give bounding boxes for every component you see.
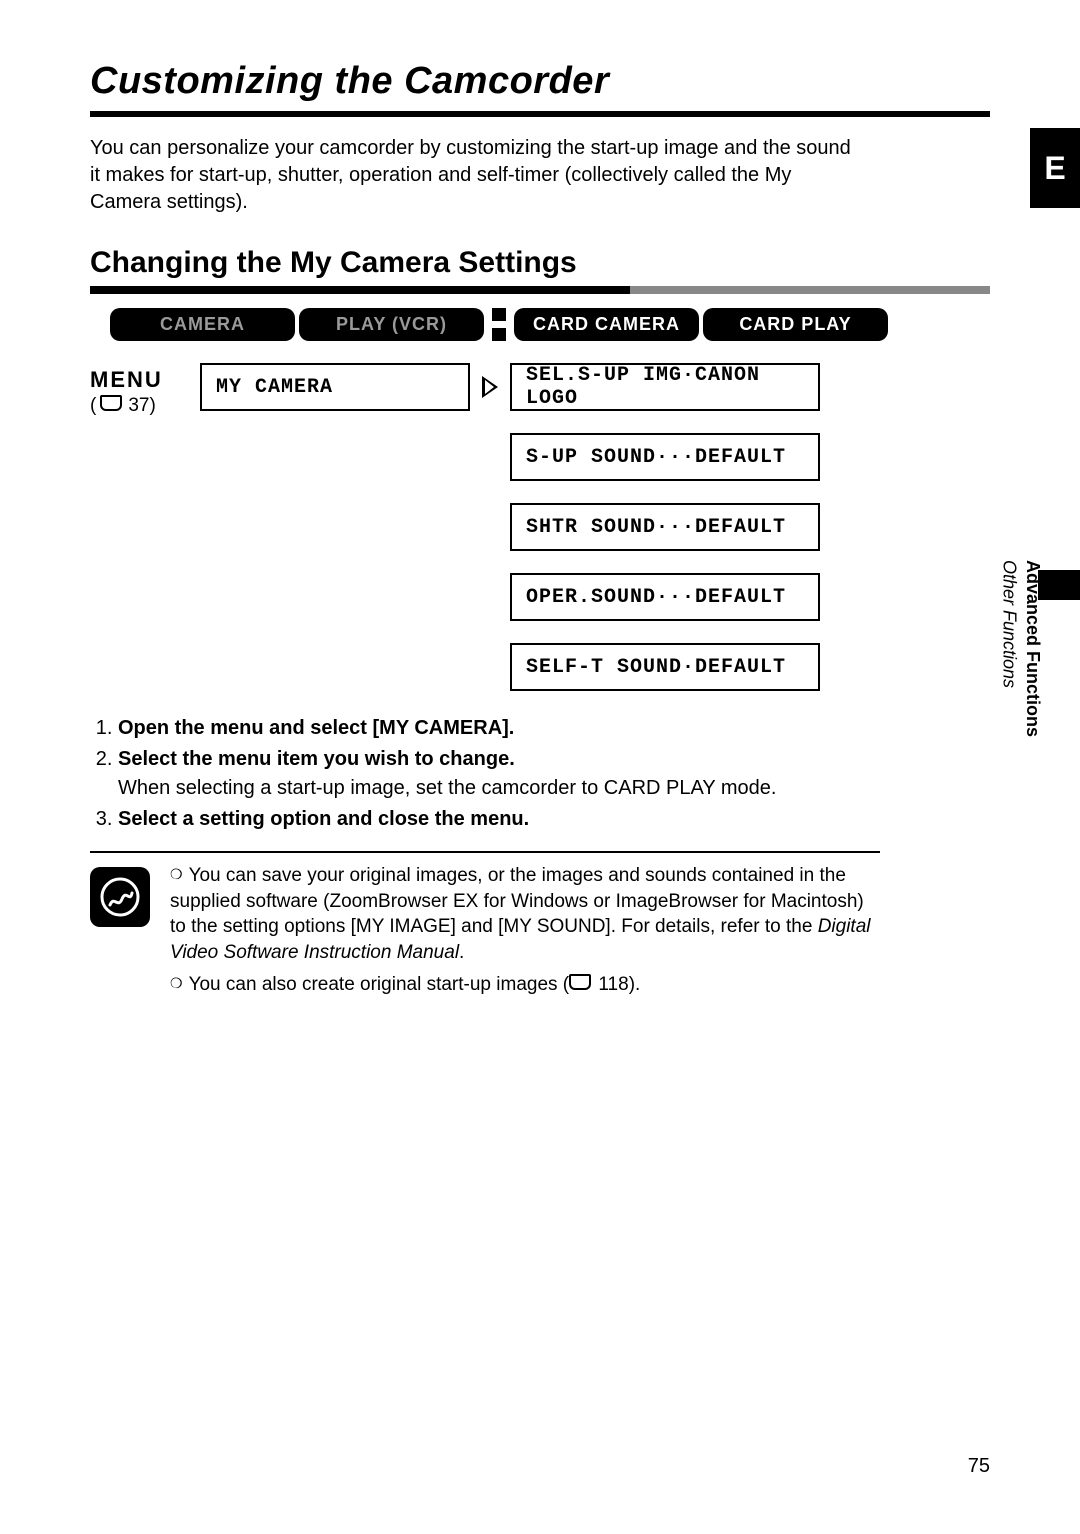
menu-label-text: MENU bbox=[90, 367, 200, 393]
mode-tab-card-camera: CARD CAMERA bbox=[514, 308, 699, 341]
menu-box-sel-sup-img: SEL.S-UP IMG·CANON LOGO bbox=[510, 363, 820, 411]
step-2: Select the menu item you wish to change.… bbox=[118, 746, 860, 802]
mode-separator bbox=[492, 308, 506, 341]
mode-tab-camera: CAMERA bbox=[110, 308, 295, 341]
step-3: Select a setting option and close the me… bbox=[118, 806, 860, 833]
menu-box-sup-sound: S-UP SOUND···DEFAULT bbox=[510, 433, 820, 481]
step-1: Open the menu and select [MY CAMERA]. bbox=[118, 715, 860, 742]
menu-box-oper-sound: OPER.SOUND···DEFAULT bbox=[510, 573, 820, 621]
mode-row: CAMERA PLAY (VCR) CARD CAMERA CARD PLAY bbox=[110, 308, 990, 341]
info-rule bbox=[90, 851, 880, 853]
menu-box-my-camera: MY CAMERA bbox=[200, 363, 470, 411]
step-1-text: Open the menu and select [MY CAMERA]. bbox=[118, 717, 514, 739]
book-icon-inline bbox=[569, 974, 593, 995]
info-block: You can save your original images, or th… bbox=[90, 863, 880, 1003]
info-p2: You can also create original start-up im… bbox=[170, 972, 880, 998]
menu-box-selft-sound: SELF-T SOUND·DEFAULT bbox=[510, 643, 820, 691]
page-number: 75 bbox=[968, 1455, 990, 1478]
book-icon bbox=[100, 395, 124, 417]
step-2-sub: When selecting a start-up image, set the… bbox=[118, 775, 860, 802]
mode-tab-play-vcr: PLAY (VCR) bbox=[299, 308, 484, 341]
step-2-text: Select the menu item you wish to change. bbox=[118, 748, 515, 770]
section-title: Changing the My Camera Settings bbox=[90, 246, 990, 280]
arrow-icon bbox=[470, 363, 510, 411]
step-3-text: Select a setting option and close the me… bbox=[118, 808, 529, 830]
menu-ref: 37) bbox=[128, 395, 155, 417]
page-title: Customizing the Camcorder bbox=[90, 60, 990, 103]
menu-label: MENU ( 37) bbox=[90, 363, 200, 417]
info-p2-ref: 118). bbox=[593, 974, 640, 995]
info-p1c: . bbox=[459, 942, 464, 963]
language-badge: E bbox=[1030, 128, 1080, 208]
side-ital: Other Functions bbox=[1000, 560, 1020, 688]
steps-list: Open the menu and select [MY CAMERA]. Se… bbox=[90, 715, 860, 833]
section-rule bbox=[90, 286, 990, 294]
title-rule bbox=[90, 111, 990, 117]
side-bold: Advanced Functions bbox=[1023, 560, 1043, 737]
info-p2a: You can also create original start-up im… bbox=[189, 974, 570, 995]
info-p1a: You can save your original images, or th… bbox=[170, 865, 864, 937]
side-section-label: Advanced Functions Other Functions bbox=[997, 560, 1044, 737]
note-icon bbox=[90, 867, 150, 927]
info-p1: You can save your original images, or th… bbox=[170, 863, 880, 966]
menu-box-shtr-sound: SHTR SOUND···DEFAULT bbox=[510, 503, 820, 551]
mode-tab-card-play: CARD PLAY bbox=[703, 308, 888, 341]
thumb-tab-mark bbox=[1038, 570, 1080, 600]
menu-map: MENU ( 37) MY CAMERA SEL.S-UP IMG·CANON … bbox=[90, 363, 990, 691]
intro-paragraph: You can personalize your camcorder by cu… bbox=[90, 135, 860, 216]
